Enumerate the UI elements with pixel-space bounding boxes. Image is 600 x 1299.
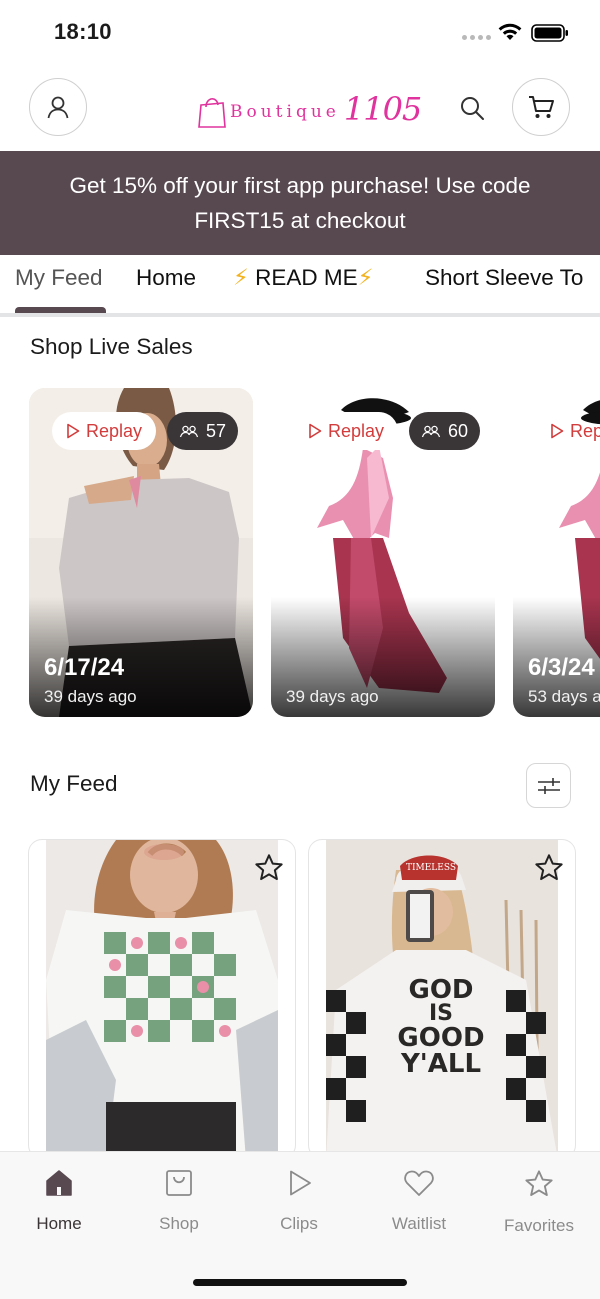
play-icon	[551, 423, 564, 439]
live-sale-date: 6/3/24	[528, 654, 595, 681]
live-sale-age: 39 days ago	[286, 687, 379, 706]
bottom-nav: Home Shop Clips Waitlist Favorites	[0, 1151, 600, 1299]
live-sale-card[interactable]: Rep 6/3/24 53 days a	[513, 388, 600, 717]
logo-word: Boutique	[230, 102, 340, 122]
wifi-icon	[498, 23, 522, 40]
battery-icon	[531, 24, 568, 42]
account-button[interactable]	[29, 78, 87, 136]
shopping-bag-icon	[198, 98, 226, 128]
cart-button[interactable]	[512, 78, 570, 136]
viewers-icon	[179, 425, 199, 438]
live-sale-age: 53 days a	[528, 687, 600, 706]
play-icon	[309, 423, 322, 439]
tab-home[interactable]: Home	[136, 265, 196, 291]
home-indicator	[193, 1279, 407, 1286]
svg-text:TIMELESS: TIMELESS	[406, 863, 456, 873]
feed-title: My Feed	[30, 771, 118, 796]
nav-clips-label: Clips	[280, 1214, 318, 1233]
svg-text:Y'ALL: Y'ALL	[400, 1049, 481, 1079]
logo-number: 1105	[343, 90, 422, 128]
nav-waitlist-label: Waitlist	[391, 1214, 447, 1233]
sliders-icon	[537, 777, 560, 794]
nav-home[interactable]: Home	[4, 1168, 114, 1234]
nav-favorites-label: Favorites	[504, 1216, 574, 1235]
replay-label: Replay	[328, 420, 385, 441]
tab-my-feed[interactable]: My Feed	[15, 265, 103, 291]
lightning-icon: ⚡	[357, 265, 374, 290]
play-icon	[290, 1170, 311, 1196]
replay-label: Replay	[86, 420, 143, 441]
product-card[interactable]	[28, 839, 296, 1159]
favorite-button[interactable]	[251, 850, 287, 886]
lightning-icon: ⚡	[233, 265, 249, 290]
tab-read-me[interactable]: ⚡ READ ME⚡	[233, 265, 373, 291]
search-icon	[461, 97, 484, 120]
star-icon	[525, 1170, 553, 1196]
category-tabs: My Feed Home ⚡ READ ME⚡ Short Sleeve To	[0, 255, 600, 317]
live-sales-carousel[interactable]: Replay 57 6/17/24 39 days ago Replay 60	[0, 388, 600, 718]
viewer-count-badge: 57	[167, 412, 239, 450]
replay-button[interactable]: Replay	[52, 412, 157, 450]
signal-dots-icon	[462, 35, 491, 40]
live-sale-date: 6/17/24	[44, 654, 125, 681]
live-sale-card[interactable]: Replay 57 6/17/24 39 days ago	[29, 388, 253, 717]
nav-shop[interactable]: Shop	[124, 1168, 234, 1234]
product-card[interactable]: GOD IS GOOD Y'ALL TIMELESS	[308, 839, 576, 1159]
filter-button[interactable]	[526, 763, 571, 808]
status-bar: 18:10	[0, 0, 600, 66]
heart-icon	[404, 1170, 434, 1196]
account-icon	[47, 96, 69, 119]
tab-short-sleeve[interactable]: Short Sleeve To	[425, 265, 583, 291]
replay-button[interactable]: Replay	[294, 412, 399, 450]
home-icon	[46, 1170, 72, 1196]
viewer-count: 60	[448, 420, 469, 441]
brand-logo[interactable]: Boutique 1105	[198, 88, 422, 128]
promo-banner[interactable]: Get 15% off your first app purchase! Use…	[0, 151, 600, 255]
live-sale-age: 39 days ago	[44, 687, 137, 706]
replay-button[interactable]: Rep	[536, 412, 600, 450]
nav-clips[interactable]: Clips	[244, 1168, 354, 1234]
nav-home-label: Home	[36, 1214, 82, 1233]
app-header: Boutique 1105	[0, 66, 600, 150]
favorite-button[interactable]	[531, 850, 567, 886]
nav-shop-label: Shop	[159, 1214, 199, 1233]
cart-icon	[529, 96, 554, 118]
viewer-count: 57	[206, 420, 227, 441]
search-button[interactable]	[456, 92, 488, 124]
promo-text: Get 15% off your first app purchase! Use…	[69, 173, 531, 233]
star-icon	[535, 854, 563, 881]
live-sales-title: Shop Live Sales	[30, 334, 193, 359]
product-image	[46, 840, 278, 1158]
play-icon	[67, 423, 80, 439]
active-tab-indicator	[15, 307, 106, 313]
replay-label: Rep	[570, 420, 600, 441]
viewers-icon	[421, 425, 441, 438]
star-icon	[255, 854, 283, 881]
shopping-bag-icon	[166, 1170, 192, 1196]
product-image: GOD IS GOOD Y'ALL TIMELESS	[326, 840, 558, 1158]
viewer-count-badge: 60	[409, 412, 481, 450]
tab-read-me-label: READ ME	[255, 265, 358, 290]
live-sale-card[interactable]: Replay 60 39 days ago	[271, 388, 495, 717]
status-time: 18:10	[54, 19, 112, 44]
nav-waitlist[interactable]: Waitlist	[364, 1168, 474, 1234]
nav-favorites[interactable]: Favorites	[484, 1168, 594, 1236]
